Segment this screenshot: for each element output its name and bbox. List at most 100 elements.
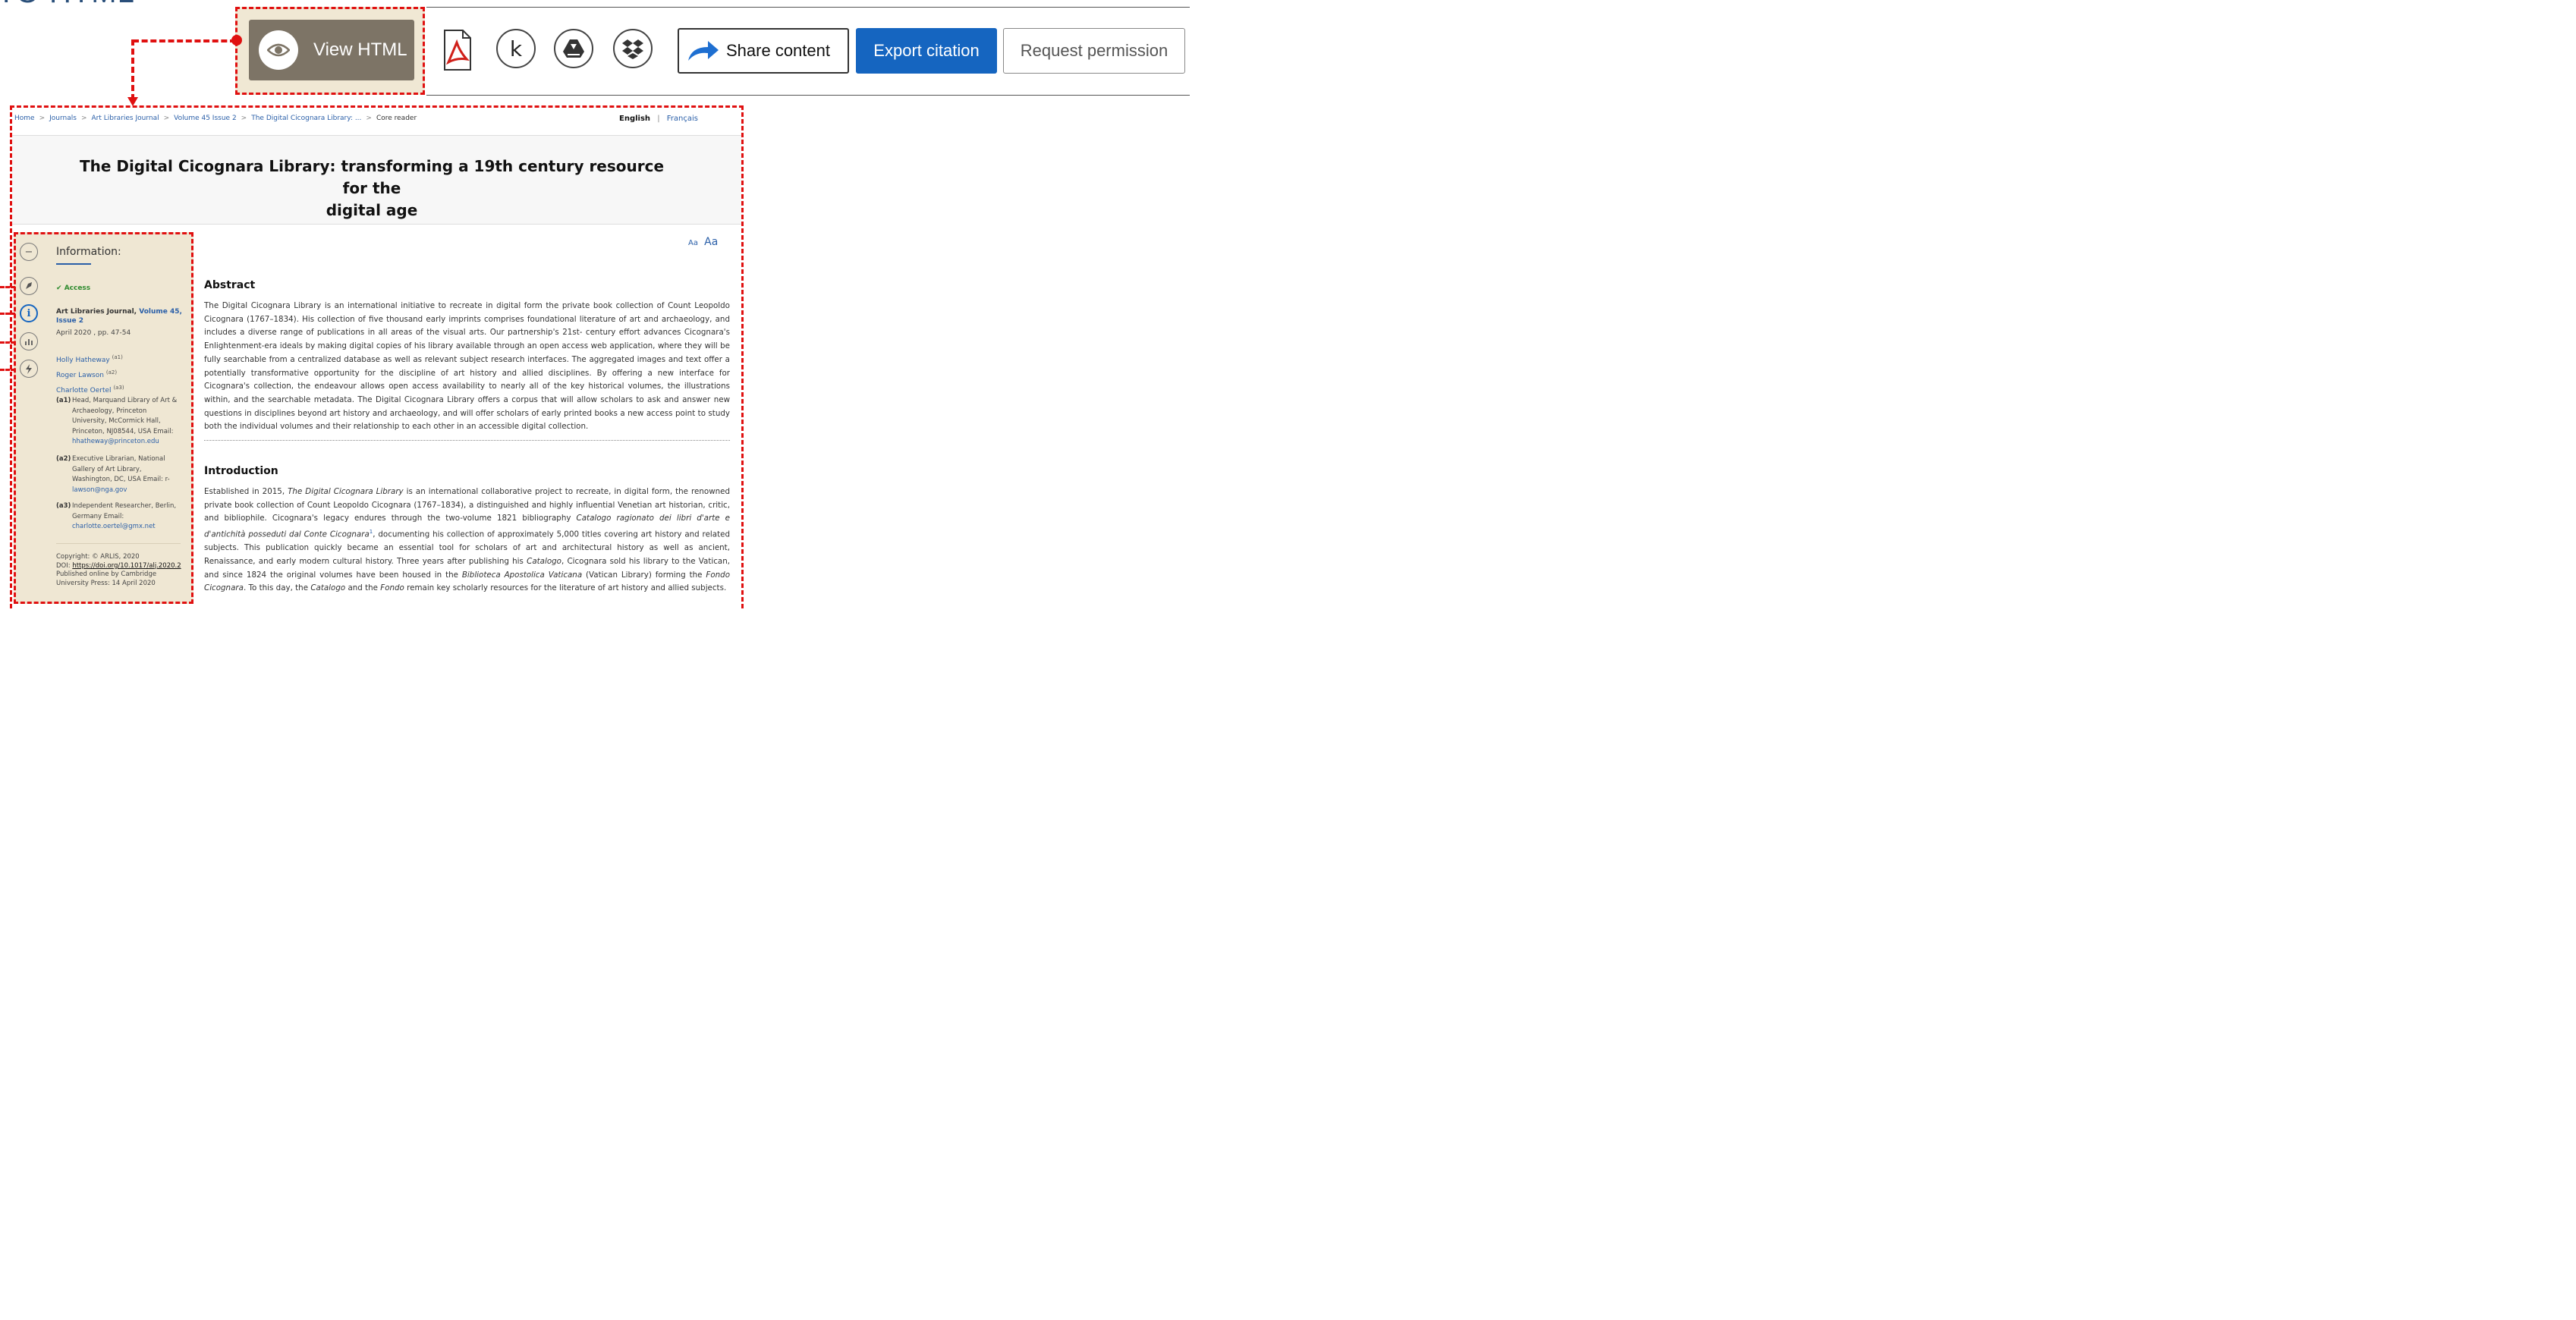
doi-link[interactable]: https://doi.org/10.1017/alj.2020.2 (72, 562, 181, 570)
information-underline (56, 263, 91, 265)
journal-name: Art Libraries Journal, (56, 308, 137, 316)
author-affiliation-ref: (a3) (113, 385, 124, 391)
published-online-text: Published online by Cambridge University… (56, 570, 157, 587)
section-divider (204, 440, 730, 441)
affiliation-tag: (a3) (56, 502, 71, 510)
toolbar-top-border (426, 7, 1190, 8)
font-size-toggle: Aa Aa (688, 236, 718, 248)
annotation-connector-horizontal (133, 39, 236, 42)
intro-text-run: and the (345, 583, 381, 593)
collapse-minus-icon[interactable]: − (20, 243, 38, 261)
issue-date-pages: April 2020 , pp. 47-54 (56, 329, 131, 337)
author-list: Holly Hatheway (a1) Roger Lawson (a2) Ch… (56, 351, 124, 397)
affiliation-tag: (a2) (56, 455, 71, 463)
author-item[interactable]: Roger Lawson (a2) (56, 366, 124, 382)
sidebar-divider (56, 543, 181, 544)
lightning-icon[interactable] (20, 360, 38, 378)
font-size-large-button[interactable]: Aa (704, 236, 718, 248)
abstract-heading: Abstract (204, 279, 256, 291)
svg-text:k: k (510, 36, 523, 61)
author-affiliation-ref: (a1) (112, 354, 123, 360)
view-html-label: View HTML (313, 39, 407, 60)
annotation-connector-dot (231, 35, 242, 46)
affiliation-text: Independent Researcher, Berlin, Germany … (72, 502, 177, 520)
eye-icon (259, 30, 298, 70)
annotation-connector-vertical (131, 39, 134, 100)
author-name: Charlotte Oertel (56, 387, 112, 394)
author-item[interactable]: Holly Hatheway (a1) (56, 351, 124, 366)
affiliation-email-link[interactable]: hhatheway@princeton.edu (72, 438, 159, 445)
view-html-button[interactable]: View HTML (249, 20, 414, 80)
kindle-icon[interactable]: k (496, 29, 536, 68)
abstract-text: The Digital Cicognara Library is an inte… (204, 301, 730, 432)
author-name: Holly Hatheway (56, 357, 110, 364)
share-content-label: Share content (726, 41, 830, 60)
doi-label: DOI: (56, 561, 71, 570)
affiliation-item: (a2) Executive Librarian, National Galle… (56, 454, 182, 495)
breadcrumb-separator: > (80, 115, 87, 122)
pen-nib-icon[interactable] (20, 277, 38, 295)
article-title-line2: digital age (326, 201, 418, 219)
breadcrumb-separator: > (39, 115, 46, 122)
author-affiliation-ref: (a2) (105, 369, 118, 376)
pdf-icon[interactable] (442, 29, 472, 71)
article-title-line1: The Digital Cicognara Library: transform… (79, 157, 665, 197)
annotation-dash (0, 286, 15, 288)
breadcrumb-journals[interactable]: Journals (49, 115, 77, 122)
font-size-small-button[interactable]: Aa (688, 239, 698, 247)
annotation-dash (0, 369, 15, 371)
affiliation-email-link[interactable]: lawson@nga.gov (72, 486, 127, 494)
intro-text-run: remain key scholarly resources for the l… (404, 583, 727, 593)
intro-italic-title: Biblioteca Apostolica Vaticana (461, 570, 583, 580)
annotation-dash (0, 313, 15, 315)
information-heading: Information: (56, 246, 121, 258)
annotation-dash (0, 341, 15, 344)
info-icon[interactable]: i (20, 304, 38, 322)
language-separator: | (657, 115, 660, 123)
breadcrumb-separator: > (241, 115, 247, 122)
breadcrumb-separator: > (366, 115, 372, 122)
affiliation-tag: (a1) (56, 397, 71, 404)
breadcrumb-separator: > (163, 115, 170, 122)
toolbar-bottom-border (426, 95, 1190, 96)
language-switcher: English | Français (619, 115, 698, 123)
introduction-text: Established in 2015, The Digital Cicogna… (204, 486, 730, 596)
intro-italic-title: The Digital Cicognara Library (288, 487, 404, 496)
author-name: Roger Lawson (56, 372, 104, 379)
copyright-block: Copyright: © ARLIS, 2020 DOI: https://do… (56, 553, 185, 588)
breadcrumb-current: Core reader (376, 115, 417, 122)
affiliation-text: Executive Librarian, National Gallery of… (72, 455, 170, 483)
share-content-button[interactable]: Share content (678, 28, 849, 74)
affiliation-item: (a1) Head, Marquand Library of Art & Arc… (56, 396, 182, 448)
share-arrow-icon (687, 39, 720, 62)
intro-italic-title: Fondo (380, 583, 404, 593)
access-label: Access (64, 284, 91, 292)
intro-text-run: (Vatican Library) forming the (582, 570, 706, 580)
request-permission-button[interactable]: Request permission (1003, 28, 1185, 74)
author-item[interactable]: Charlotte Oertel (a3) (56, 382, 124, 397)
breadcrumb-issue[interactable]: Volume 45 Issue 2 (174, 115, 237, 122)
introduction-heading: Introduction (204, 465, 278, 477)
breadcrumb-home[interactable]: Home (14, 115, 35, 122)
affiliation-item: (a3) Independent Researcher, Berlin, Ger… (56, 501, 182, 533)
intro-text-run: . To this day, the (243, 583, 311, 593)
intro-italic-title: Catalogo (310, 583, 346, 593)
affiliation-email-link[interactable]: charlotte.oertel@gmx.net (72, 523, 156, 530)
dropbox-icon[interactable] (613, 29, 653, 68)
breadcrumb-article[interactable]: The Digital Cicognara Library: ... (251, 115, 361, 122)
language-french[interactable]: Français (667, 115, 698, 123)
intro-text-run: Established in 2015, (204, 487, 288, 496)
affiliation-text: Head, Marquand Library of Art & Archaeol… (72, 397, 178, 435)
copyright-text: Copyright: © ARLIS, 2020 (56, 553, 140, 561)
check-circle-icon: ✔ (56, 284, 62, 292)
breadcrumb-journal[interactable]: Art Libraries Journal (92, 115, 159, 122)
language-english[interactable]: English (619, 115, 650, 123)
google-drive-icon[interactable] (554, 29, 593, 68)
page-heading-fragment: TO HTML (0, 0, 135, 10)
metrics-chart-icon[interactable] (20, 332, 38, 350)
journal-citation: Art Libraries Journal, Volume 45, Issue … (56, 307, 185, 325)
access-badge: ✔ Access (56, 284, 90, 292)
article-title: The Digital Cicognara Library: transform… (68, 156, 675, 222)
breadcrumb: Home > Journals > Art Libraries Journal … (14, 115, 417, 122)
export-citation-button[interactable]: Export citation (856, 28, 997, 74)
